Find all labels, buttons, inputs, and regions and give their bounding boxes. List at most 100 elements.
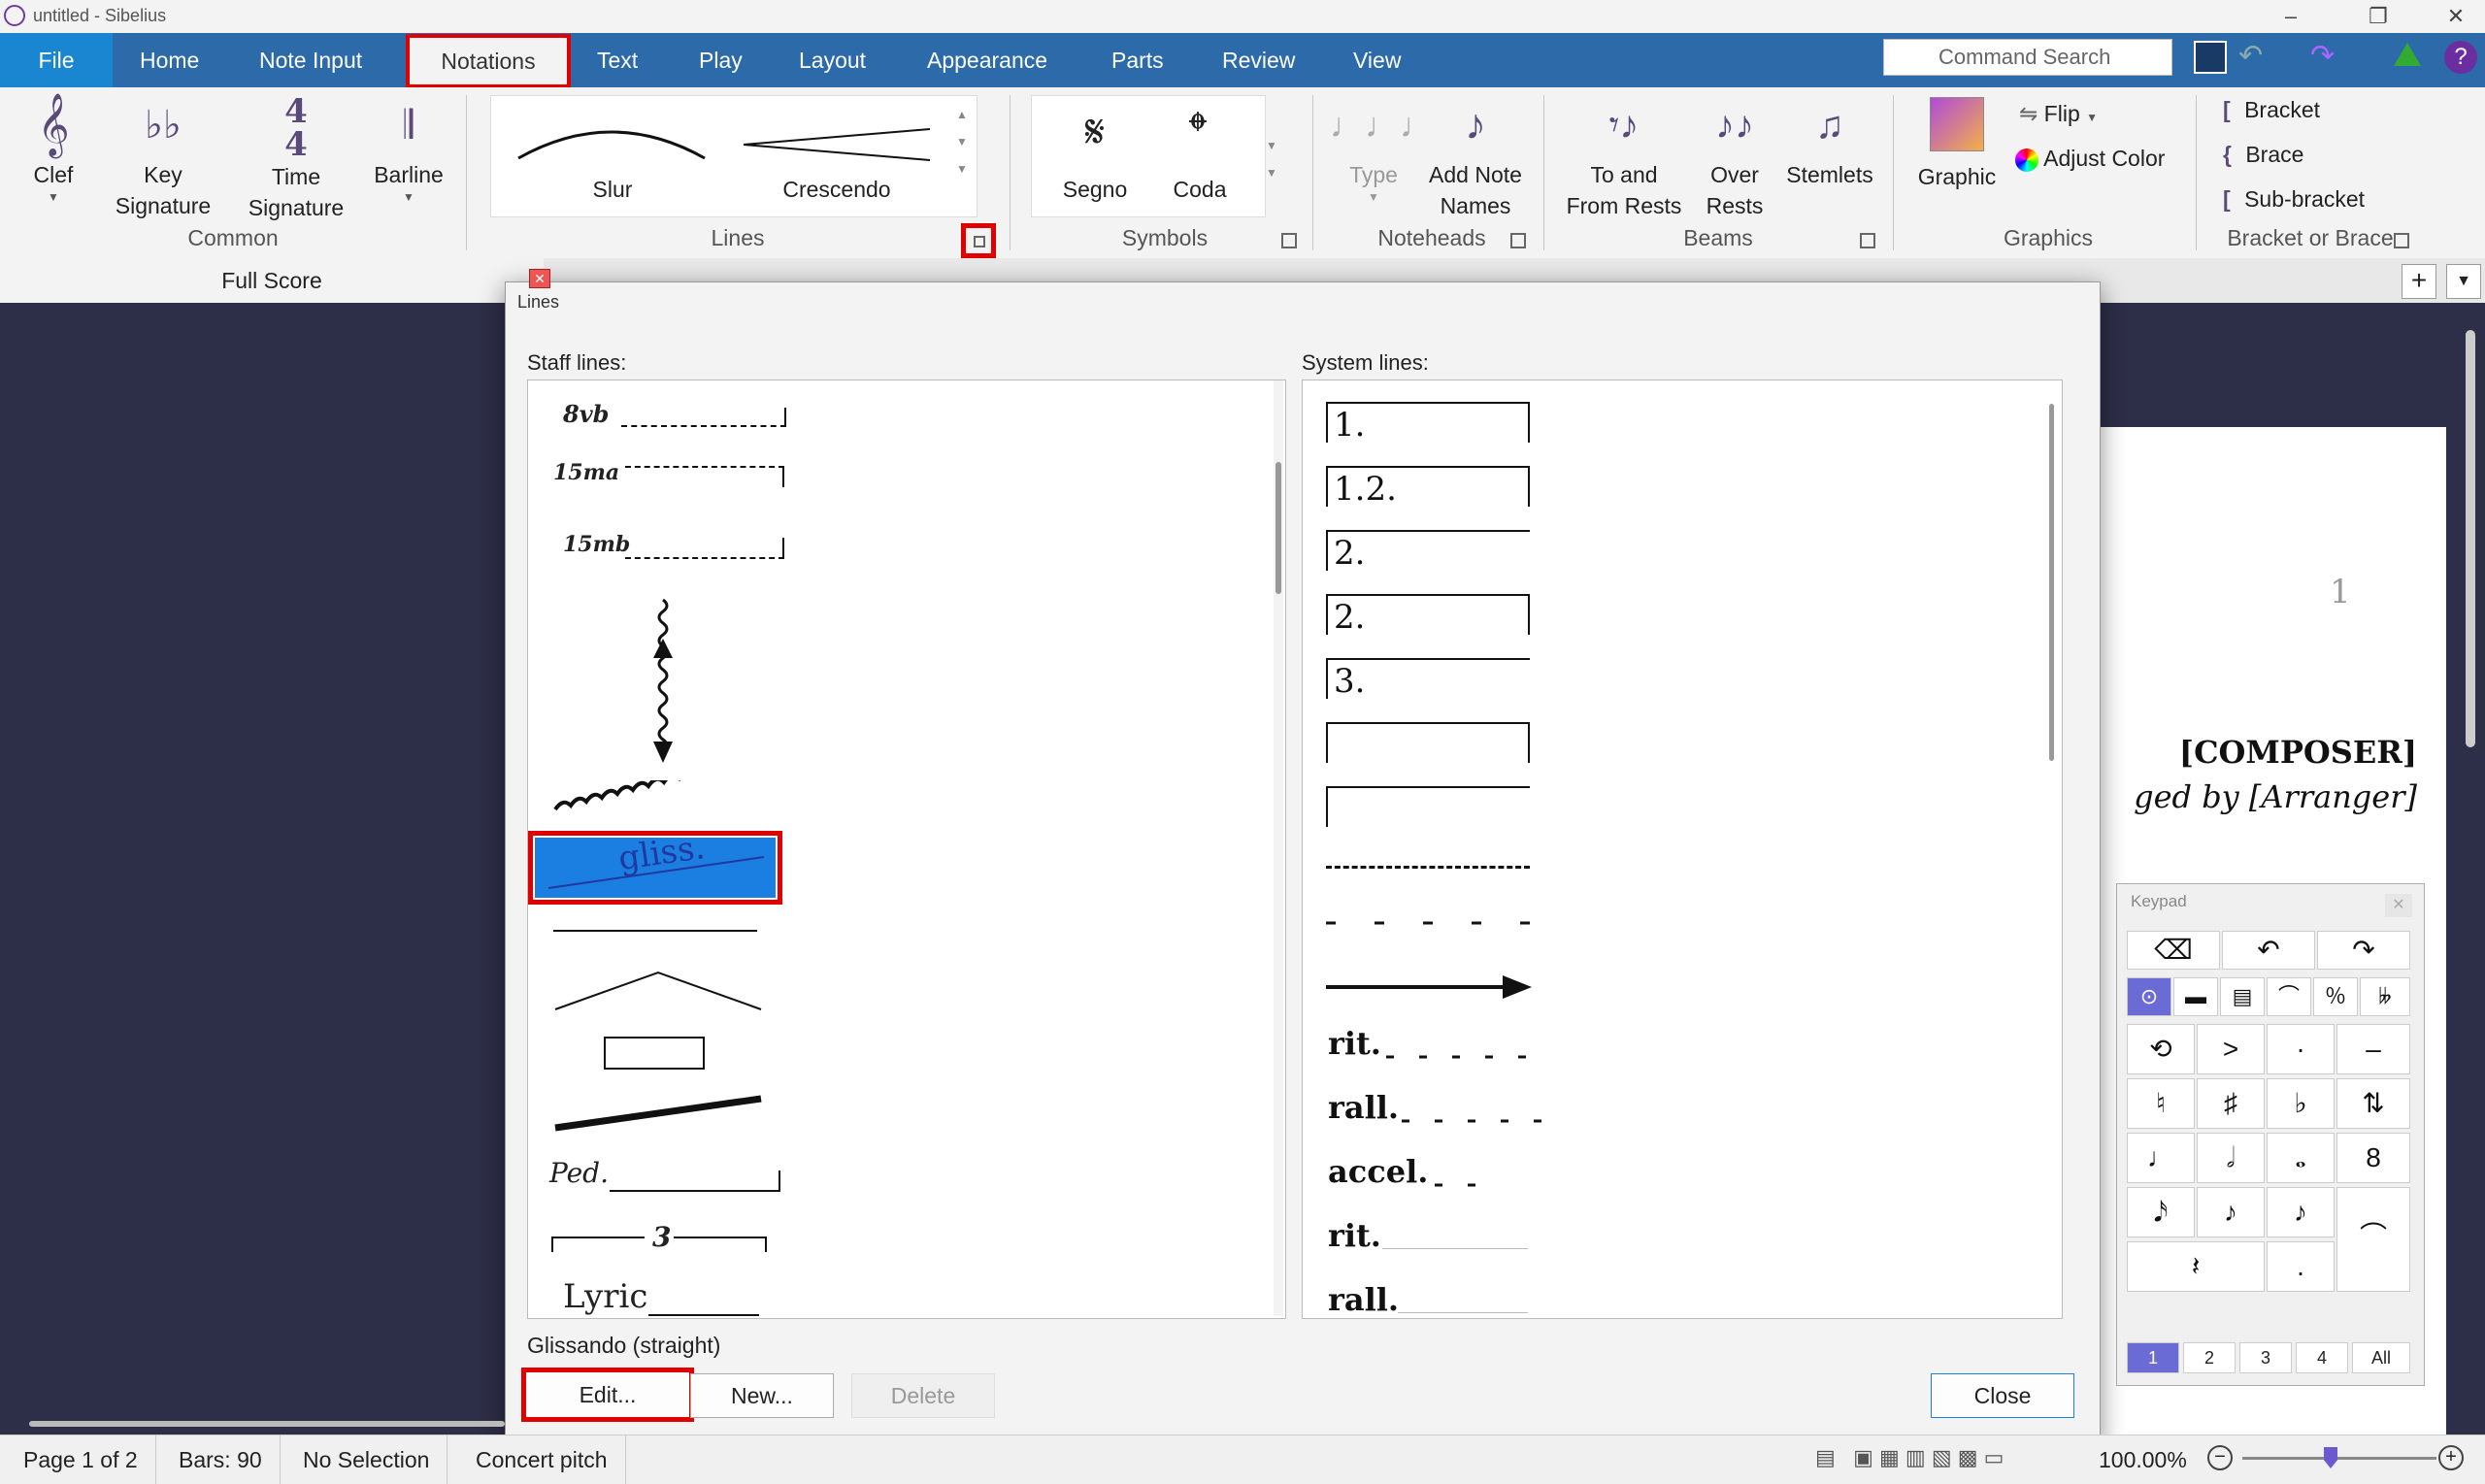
zoom-slider[interactable]	[2242, 1457, 2436, 1460]
keypad-close-icon[interactable]: ✕	[2385, 894, 2412, 917]
wavy-line-icon[interactable]	[551, 780, 765, 819]
save-icon[interactable]	[2194, 41, 2227, 74]
list-item[interactable]: 1.	[1326, 402, 1530, 445]
dialog-launcher-icon[interactable]	[1510, 233, 1526, 248]
new-button[interactable]: New...	[690, 1373, 834, 1418]
hat-bracket-line-icon[interactable]	[551, 967, 765, 1015]
rest-icon[interactable]: 𝄽	[2127, 1241, 2265, 1292]
thick-line-icon[interactable]	[551, 1089, 765, 1138]
percent-repeat-icon[interactable]: ％	[2313, 977, 2358, 1016]
undo-keypad-icon[interactable]: ↶	[2222, 931, 2315, 970]
staccato-icon[interactable]: ·	[2267, 1024, 2335, 1074]
lines-gallery[interactable]: Slur Crescendo	[490, 95, 977, 217]
tab-menu-button[interactable]: ▼	[2446, 264, 2481, 299]
to-and-from-rests-button[interactable]: 𝄾♪ To and From Rests	[1561, 91, 1687, 221]
dashed-line-item[interactable]	[1326, 866, 1530, 869]
gallery-scroll-arrows[interactable]: ▼ ▼	[1266, 132, 1277, 186]
re-input-pitch-icon[interactable]: ⟲	[2127, 1024, 2195, 1074]
sharp-icon[interactable]: ♯	[2197, 1078, 2265, 1129]
arpeggio-up-down-line-icon[interactable]	[648, 596, 678, 771]
scrollbar-thumb[interactable]	[2049, 404, 2054, 761]
tab-play[interactable]: Play	[699, 33, 743, 87]
system-lines-scrollbar-track[interactable]	[2046, 380, 2058, 1316]
close-button[interactable]: Close	[1931, 1373, 2074, 1418]
notehead-type-button[interactable]: ♩♩♩ Type ▼	[1330, 91, 1435, 204]
zoom-out-icon[interactable]: −	[2207, 1445, 2233, 1470]
help-icon[interactable]: ?	[2444, 41, 2477, 74]
natural-icon[interactable]: ♮	[2127, 1078, 2195, 1129]
keypad-tie-icon[interactable]: ⊙	[2127, 977, 2171, 1016]
view-mode-icons[interactable]: ▤ ▣ ▦ ▥ ▧ ▩ ▭	[1815, 1445, 2004, 1470]
sub-bracket-button[interactable]: [ Sub-bracket	[2223, 186, 2365, 213]
keypad-tab-3[interactable]: 3	[2239, 1342, 2292, 1373]
keypad-tab-4[interactable]: 4	[2296, 1342, 2348, 1373]
gallery-item-slur[interactable]: Slur	[520, 174, 705, 205]
upgrade-icon[interactable]	[2394, 43, 2421, 66]
edit-button[interactable]: Edit...	[521, 1368, 694, 1422]
accent-icon[interactable]: >	[2197, 1024, 2265, 1074]
bracket-button[interactable]: [ Bracket	[2223, 97, 2320, 123]
list-item[interactable]: 2.	[1326, 594, 1530, 637]
add-tab-button[interactable]: +	[2402, 264, 2436, 299]
minimize-button[interactable]: –	[2262, 2, 2320, 31]
close-x-icon[interactable]: ✕	[529, 269, 550, 288]
slur-keypad-icon[interactable]: ⌒	[2267, 977, 2311, 1016]
gallery-item-coda[interactable]: Coda	[1156, 174, 1243, 205]
sixteenth-note-icon[interactable]: 𝅘𝅥𝅯	[2127, 1187, 2195, 1237]
tab-full-score[interactable]: Full Score	[0, 258, 544, 303]
list-item[interactable]	[1326, 786, 1530, 827]
tie-icon[interactable]: ⌒	[2336, 1187, 2410, 1292]
dialog-launcher-icon[interactable]	[1860, 233, 1875, 248]
brace-button[interactable]: { Brace	[2223, 142, 2303, 168]
stemlets-button[interactable]: ♫ Stemlets	[1776, 91, 1883, 190]
lines-dialog-launcher-highlight[interactable]	[961, 223, 996, 258]
keypad-tab-1[interactable]: 1	[2127, 1342, 2179, 1373]
delete-button[interactable]: Delete	[851, 1373, 995, 1418]
list-item[interactable]: 8vb	[563, 394, 815, 443]
list-item[interactable]: rit.	[1328, 1217, 1541, 1256]
half-note-icon[interactable]: 𝅗𝅥	[2197, 1133, 2265, 1183]
voice-icon[interactable]: ⇅	[2336, 1078, 2410, 1129]
tab-review[interactable]: Review	[1222, 33, 1295, 87]
dot-icon[interactable]: .	[2267, 1241, 2335, 1292]
gallery-scroll-arrows[interactable]: ▲ ▼ ▼	[956, 101, 968, 182]
list-item[interactable]: Ped.	[549, 1157, 802, 1205]
list-item[interactable]	[1326, 722, 1530, 763]
close-window-button[interactable]: ✕	[2427, 2, 2485, 31]
vertical-scrollbar[interactable]	[2466, 330, 2475, 747]
arranger-text[interactable]: ged by [Arranger]	[2097, 778, 2417, 815]
gallery-item-segno[interactable]: Segno	[1051, 174, 1139, 205]
dialog-launcher-icon[interactable]	[1281, 233, 1297, 248]
flat-icon[interactable]: ♭	[2267, 1078, 2335, 1129]
status-concert-pitch[interactable]: Concert pitch	[458, 1435, 626, 1484]
add-note-names-button[interactable]: ♪ Add Note Names	[1417, 91, 1534, 221]
time-signature-button[interactable]: 44 Time Signature	[235, 91, 357, 223]
maximize-button[interactable]: ❐	[2349, 2, 2407, 31]
tab-file[interactable]: File	[0, 33, 113, 87]
graphic-button[interactable]: Graphic	[1908, 91, 2005, 192]
redo-keypad-icon[interactable]: ↷	[2317, 931, 2410, 970]
tab-layout[interactable]: Layout	[799, 33, 866, 87]
box-line-item[interactable]	[604, 1037, 705, 1070]
arrow-line-icon[interactable]	[1326, 973, 1540, 1002]
keypad-tab-all[interactable]: All	[2352, 1342, 2410, 1373]
horizontal-scrollbar[interactable]	[29, 1421, 505, 1427]
redo-icon[interactable]: ↷	[2310, 39, 2335, 73]
staff-lines-scrollbar-track[interactable]	[1274, 380, 1283, 1316]
tab-text[interactable]: Text	[597, 33, 638, 87]
adjust-color-button[interactable]: Adjust Color	[2015, 146, 2165, 172]
over-rests-button[interactable]: ♪♪ Over Rests	[1691, 91, 1778, 221]
barline-button[interactable]: 𝄂 Barline ▼	[365, 91, 452, 204]
list-item[interactable]: Lyric	[563, 1277, 815, 1318]
backspace-icon[interactable]: ⌫	[2127, 931, 2220, 970]
tab-note-input[interactable]: Note Input	[259, 33, 362, 87]
wide-dashed-line-item[interactable]	[1326, 918, 1540, 928]
composer-text[interactable]: [COMPOSER]	[2126, 734, 2417, 771]
plain-line-item[interactable]	[553, 930, 757, 932]
flip-button[interactable]: ⇋ Flip ▼	[2019, 101, 2098, 127]
tab-notations[interactable]: Notations	[406, 34, 571, 88]
tab-view[interactable]: View	[1353, 33, 1401, 87]
list-item[interactable]: 3.	[1326, 658, 1530, 701]
list-item[interactable]: 2.	[1326, 530, 1530, 573]
undo-icon[interactable]: ↶	[2238, 39, 2263, 73]
